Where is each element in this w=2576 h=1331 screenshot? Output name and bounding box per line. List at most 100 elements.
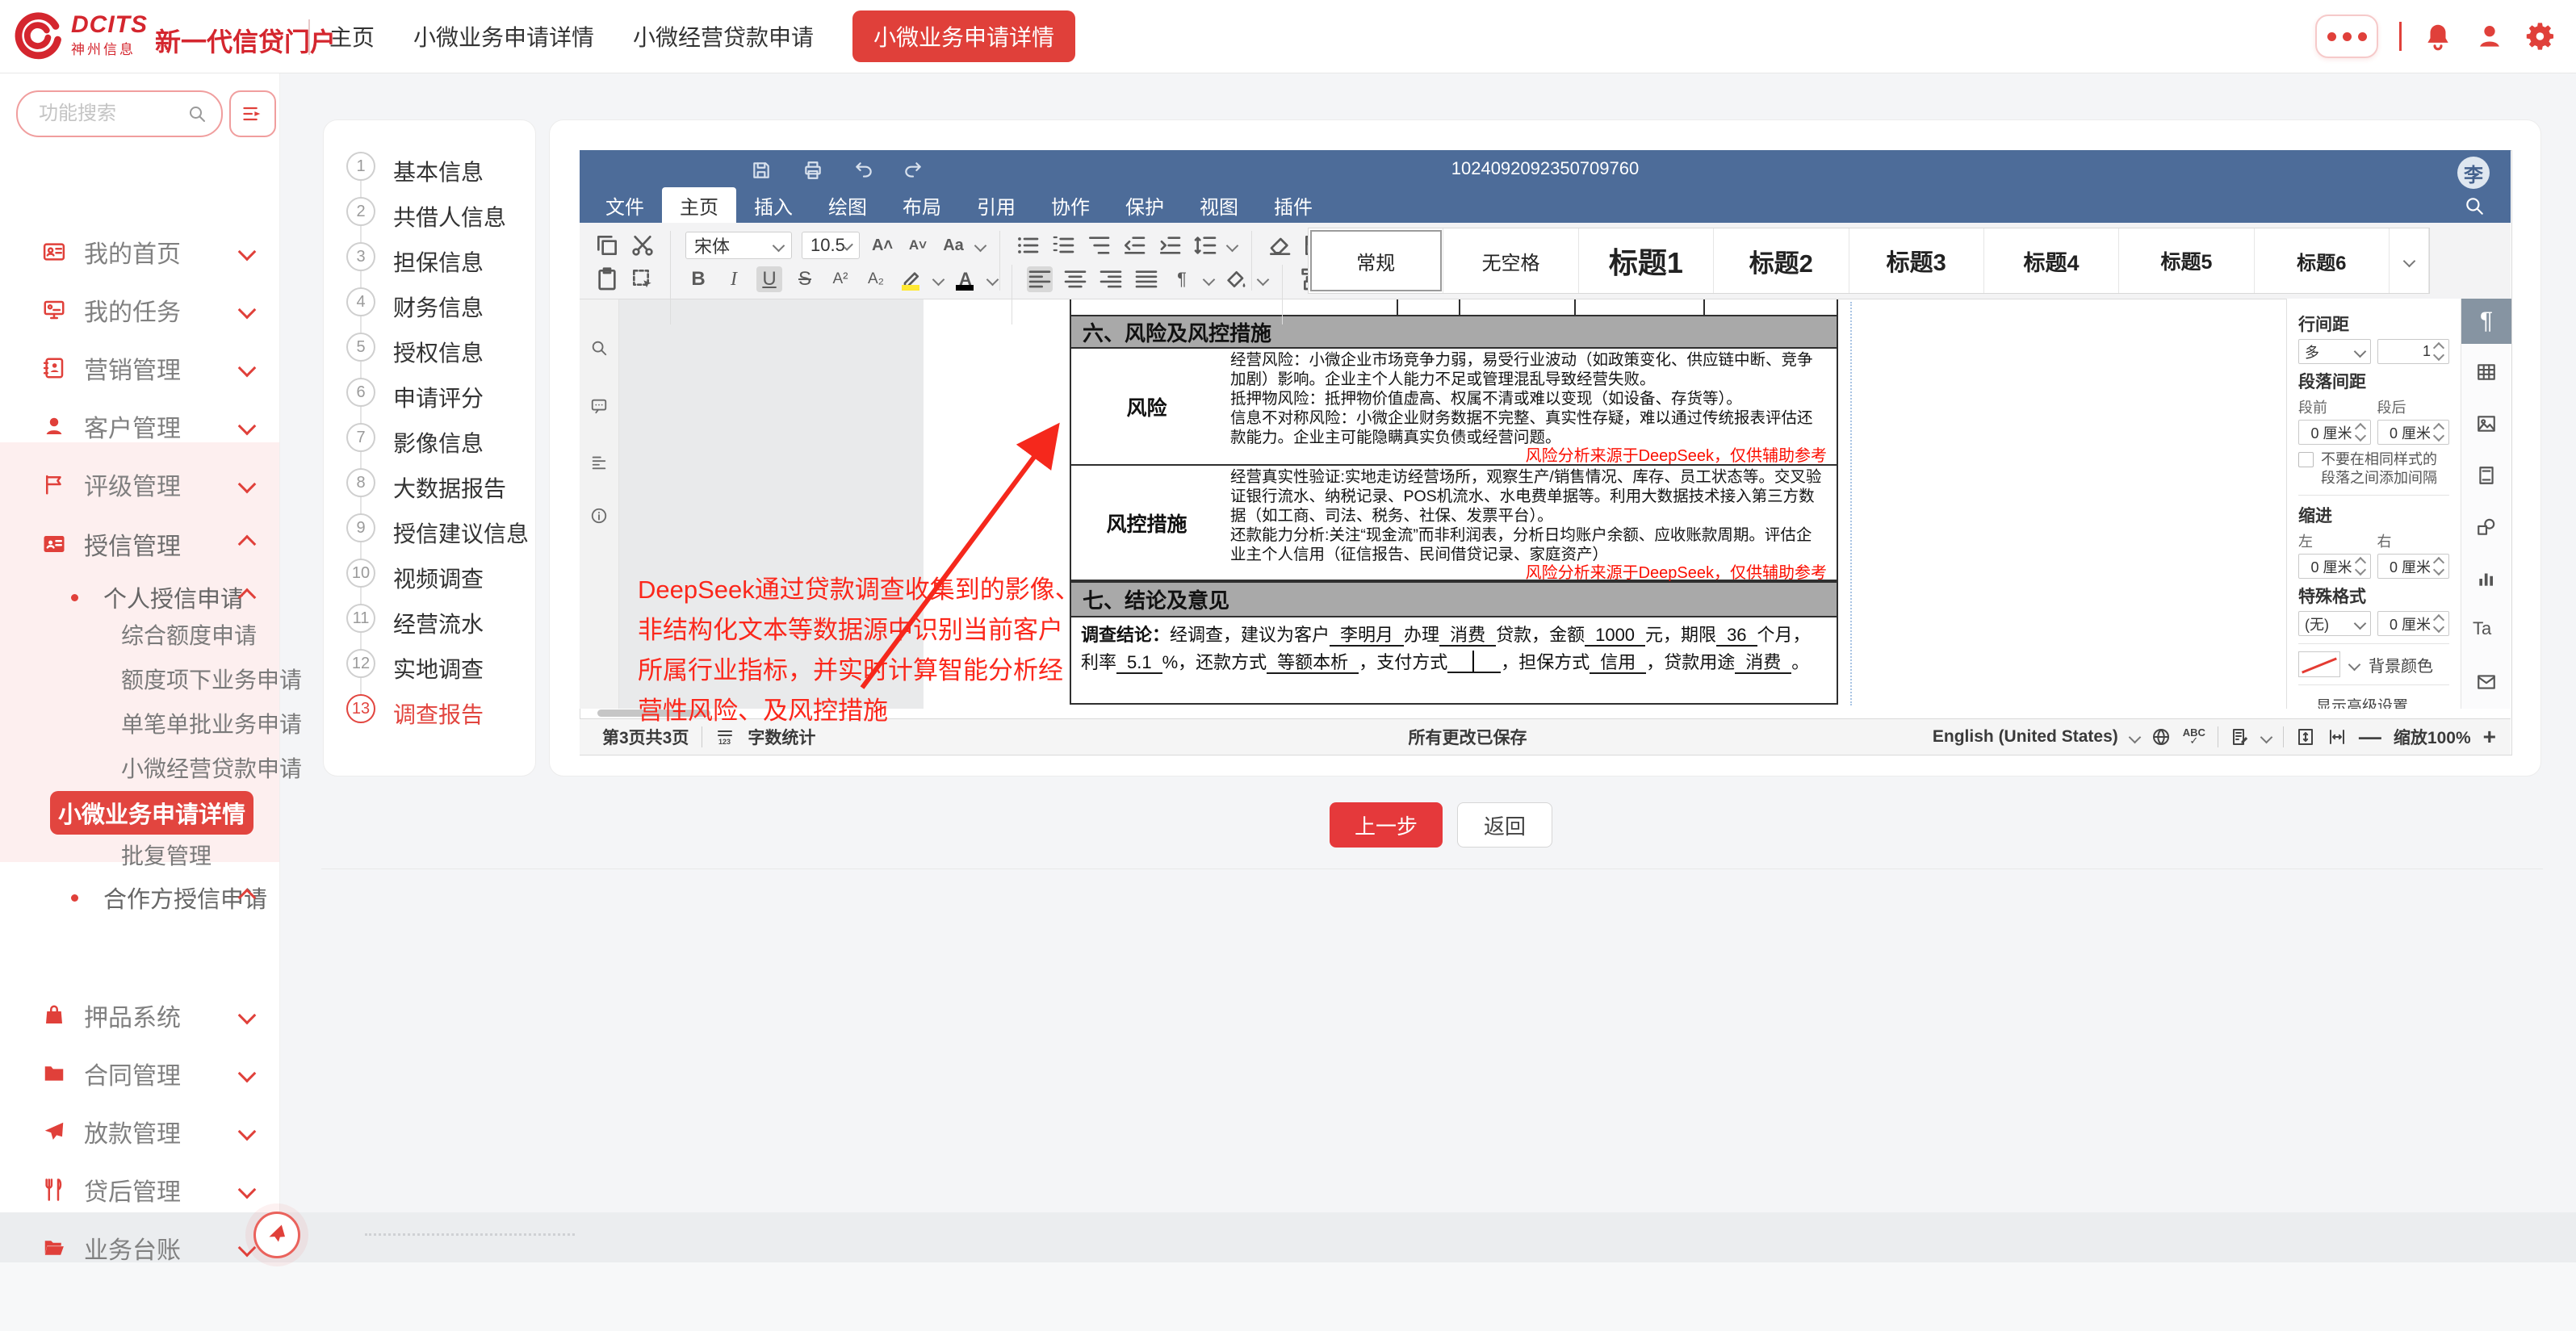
editing-mode-icon[interactable] <box>2230 727 2250 747</box>
settings-gear-icon[interactable] <box>2526 21 2557 52</box>
user-profile-icon[interactable] <box>2474 21 2505 52</box>
align-center-button[interactable] <box>1062 266 1088 292</box>
style-标题3[interactable]: 标题3 <box>1849 228 1984 293</box>
decrease-indent-button[interactable] <box>1121 232 1147 258</box>
wizard-step-1[interactable]: 1基本信息 <box>323 152 534 184</box>
wizard-step-6[interactable]: 6申请评分 <box>323 378 534 410</box>
no-space-between-checkbox[interactable]: 不要在相同样式的段落之间添加间隔 <box>2298 450 2449 488</box>
grow-font-button[interactable]: A˄ <box>869 232 895 258</box>
spellcheck-icon[interactable]: ABC✓ <box>2183 729 2205 745</box>
globe-icon[interactable] <box>2151 727 2171 747</box>
editor-tab-协作[interactable]: 协作 <box>1033 187 1108 223</box>
language-selector[interactable]: English (United States) <box>1933 727 2118 747</box>
checkbox-box[interactable] <box>2298 452 2314 467</box>
editor-tab-插入[interactable]: 插入 <box>736 187 810 223</box>
zoom-in-button[interactable]: + <box>2483 726 2496 748</box>
increase-indent-button[interactable] <box>1157 232 1183 258</box>
search-input[interactable] <box>37 102 186 126</box>
sidebar-item-单笔单批业务申请[interactable]: 单笔单批业务申请 <box>0 701 279 746</box>
fill-color-button[interactable] <box>1223 266 1249 292</box>
show-advanced-link[interactable]: 显示高级设置 <box>2316 694 2408 709</box>
numbered-list-button[interactable] <box>1050 232 1076 258</box>
indent-right-stepper[interactable]: 0 厘米 <box>2377 554 2450 579</box>
bold-button[interactable]: B <box>685 266 711 292</box>
align-left-button[interactable] <box>1027 266 1053 292</box>
shrink-font-button[interactable]: A˅ <box>905 232 931 258</box>
return-button[interactable]: 返回 <box>1457 802 1552 848</box>
line-spacing-button[interactable] <box>1192 232 1218 258</box>
strikethrough-button[interactable]: S <box>792 266 818 292</box>
editor-tab-保护[interactable]: 保护 <box>1108 187 1182 223</box>
wizard-step-8[interactable]: 8大数据报告 <box>323 468 534 500</box>
style-常规[interactable]: 常规 <box>1309 228 1443 293</box>
line-spacing-stepper[interactable]: 1 <box>2377 339 2450 364</box>
paragraph-panel-tab[interactable]: ¶ <box>2461 299 2511 344</box>
sidebar-item-评级管理[interactable]: 评级管理 <box>0 462 279 507</box>
indent-left-stepper[interactable]: 0 厘米 <box>2298 554 2371 579</box>
shapes-tool-icon[interactable] <box>2476 517 2497 538</box>
menu-collapse-button[interactable] <box>229 90 276 137</box>
superscript-button[interactable]: A² <box>827 266 853 292</box>
italic-button[interactable]: I <box>721 266 747 292</box>
wizard-step-11[interactable]: 11经营流水 <box>323 604 534 636</box>
paste-button[interactable] <box>594 266 620 292</box>
select-button[interactable] <box>630 266 656 292</box>
sidebar-item-active-小微业务申请详情[interactable]: 小微业务申请详情 <box>50 791 253 835</box>
document-page[interactable]: 六、风险及风控措施 风险 经营风险：小微企业市场竞争力弱，易受行业波动（如政策变… <box>924 299 2286 709</box>
style-标题6[interactable]: 标题6 <box>2255 228 2390 293</box>
style-标题2[interactable]: 标题2 <box>1714 228 1849 293</box>
sidebar-item-小微经营贷款申请[interactable]: 小微经营贷款申请 <box>0 745 279 790</box>
sidebar-item-放款管理[interactable]: 放款管理 <box>0 1109 279 1154</box>
wizard-step-9[interactable]: 9授信建议信息 <box>323 513 534 546</box>
more-actions-button[interactable] <box>2315 15 2378 58</box>
sidebar-item-综合额度申请[interactable]: 综合额度申请 <box>0 612 279 657</box>
wizard-step-7[interactable]: 7影像信息 <box>323 423 534 455</box>
underline-button[interactable]: U <box>756 266 782 292</box>
wizard-step-12[interactable]: 12实地调查 <box>323 649 534 681</box>
wizard-step-2[interactable]: 2共借人信息 <box>323 197 534 229</box>
chart-tool-icon[interactable] <box>2476 568 2497 589</box>
wizard-step-13[interactable]: 13调查报告 <box>323 694 534 726</box>
style-标题4[interactable]: 标题4 <box>1984 228 2119 293</box>
editor-search-icon[interactable] <box>2464 195 2485 216</box>
bullet-list-button[interactable] <box>1015 232 1041 258</box>
sidebar-item-押品系统[interactable]: 押品系统 <box>0 993 279 1038</box>
fit-width-icon[interactable] <box>2327 727 2347 747</box>
change-case-button[interactable]: Aa <box>940 232 966 258</box>
sidebar-item-合作方授信申请[interactable]: 合作方授信申请 <box>0 875 279 920</box>
table-tool-icon[interactable] <box>2476 362 2497 383</box>
info-icon[interactable] <box>590 507 608 525</box>
justify-button[interactable] <box>1133 266 1159 292</box>
sidebar-item-我的首页[interactable]: 我的首页 <box>0 229 279 274</box>
mailmerge-tool-icon[interactable] <box>2476 672 2497 693</box>
sidebar-item-业务台账[interactable]: 业务台账 <box>0 1225 279 1270</box>
collaborator-avatar[interactable]: 李 <box>2457 157 2490 189</box>
editor-tab-布局[interactable]: 布局 <box>885 187 959 223</box>
sidebar-item-合同管理[interactable]: 合同管理 <box>0 1051 279 1096</box>
wizard-step-3[interactable]: 3担保信息 <box>323 242 534 274</box>
nav-tab-3[interactable]: 小微经营贷款申请 <box>633 20 814 52</box>
editor-tab-视图[interactable]: 视图 <box>1182 187 1256 223</box>
sidebar-search[interactable] <box>16 90 223 137</box>
paragraph-marks-button[interactable]: ¶ <box>1169 266 1195 292</box>
sidebar-item-额度项下业务申请[interactable]: 额度项下业务申请 <box>0 656 279 701</box>
quick-launch-button[interactable] <box>253 1212 300 1258</box>
editor-tab-主页[interactable]: 主页 <box>662 187 736 223</box>
editor-tab-引用[interactable]: 引用 <box>959 187 1033 223</box>
spacing-after-stepper[interactable]: 0 厘米 <box>2377 420 2450 445</box>
sidebar-item-贷后管理[interactable]: 贷后管理 <box>0 1167 279 1212</box>
previous-step-button[interactable]: 上一步 <box>1330 802 1443 848</box>
zoom-level[interactable]: 缩放100% <box>2394 725 2471 749</box>
sidebar-item-我的任务[interactable]: 我的任务 <box>0 287 279 333</box>
notification-bell-icon[interactable] <box>2423 21 2453 52</box>
style-gallery-expand[interactable] <box>2390 228 2429 293</box>
sidebar-item-批复管理[interactable]: 批复管理 <box>0 832 279 877</box>
editor-tab-绘图[interactable]: 绘图 <box>810 187 885 223</box>
find-icon[interactable] <box>590 339 608 357</box>
wizard-step-10[interactable]: 10视频调查 <box>323 559 534 591</box>
multilevel-list-button[interactable] <box>1086 232 1112 258</box>
fit-page-icon[interactable] <box>2296 727 2315 747</box>
swatch-dropdown-icon[interactable] <box>2348 658 2361 671</box>
font-color-button[interactable]: A <box>953 266 978 292</box>
style-无空格[interactable]: 无空格 <box>1443 228 1578 293</box>
